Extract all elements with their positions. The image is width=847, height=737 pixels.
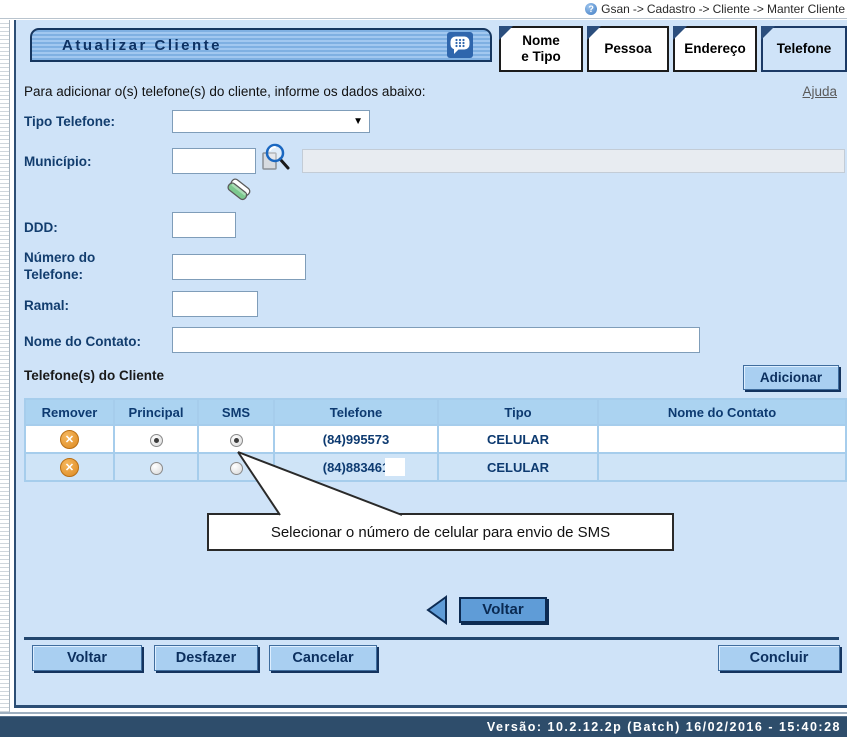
breadcrumb-item-manter-cliente[interactable]: Manter Cliente <box>767 2 845 16</box>
redaction-patch <box>385 458 405 476</box>
version-bar: Versão: 10.2.12.2p (Batch) 16/02/2016 - … <box>0 716 847 737</box>
version-text: Versão: 10.2.12.2p (Batch) 16/02/2016 - … <box>487 720 841 734</box>
telefone-cell: (84)995573 <box>275 426 437 452</box>
breadcrumb: ? Gsan -> Cadastro -> Cliente -> Manter … <box>0 0 847 19</box>
municipio-label: Município: <box>24 154 92 171</box>
table-row: ✕ (84)995573 CELULAR <box>26 426 845 452</box>
sms-radio[interactable] <box>230 434 243 447</box>
ramal-input[interactable] <box>172 291 258 317</box>
eraser-icon[interactable] <box>224 176 254 204</box>
tab-corner-decoration <box>673 26 687 40</box>
cancelar-button[interactable]: Cancelar <box>269 645 377 671</box>
breadcrumb-item-cliente[interactable]: Cliente <box>713 2 750 16</box>
header-tipo: Tipo <box>439 400 597 424</box>
desfazer-button[interactable]: Desfazer <box>154 645 258 671</box>
tab-telefone[interactable]: Telefone <box>761 26 847 72</box>
instruction-text: Para adicionar o(s) telefone(s) do clien… <box>24 84 425 99</box>
sms-radio[interactable] <box>230 462 243 475</box>
tab-label: Telefone <box>777 41 832 57</box>
tab-endereco[interactable]: Endereço <box>673 26 757 72</box>
nome-contato-cell <box>599 454 845 480</box>
remove-icon[interactable]: ✕ <box>60 458 79 477</box>
help-ball-icon[interactable]: ? <box>585 3 597 15</box>
tab-corner-decoration <box>587 26 601 40</box>
municipio-input[interactable] <box>172 148 256 174</box>
ddd-input[interactable] <box>172 212 236 238</box>
tipo-telefone-label: Tipo Telefone: <box>24 114 115 131</box>
tipo-telefone-select[interactable]: ▼ <box>172 110 370 133</box>
header-nome-contato: Nome do Contato <box>599 400 845 424</box>
numero-telefone-label: Número do Telefone: <box>24 250 95 284</box>
header-telefone: Telefone <box>275 400 437 424</box>
voltar-button[interactable]: Voltar <box>32 645 142 671</box>
breadcrumb-separator: -> <box>633 2 644 16</box>
table-header-row: Remover Principal SMS Telefone Tipo Nome… <box>26 400 845 424</box>
tab-label: Endereço <box>684 41 746 57</box>
breadcrumb-separator: -> <box>753 2 764 16</box>
telefone-cell: (84)883461 <box>275 454 437 480</box>
help-link[interactable]: Ajuda <box>802 84 837 99</box>
breadcrumb-item-gsan[interactable]: Gsan <box>601 2 630 16</box>
ramal-label: Ramal: <box>24 298 69 315</box>
footer-divider <box>0 712 847 714</box>
header-remover: Remover <box>26 400 113 424</box>
chat-bubble-icon[interactable] <box>447 32 473 58</box>
phones-table: Remover Principal SMS Telefone Tipo Nome… <box>24 398 847 482</box>
nome-contato-label: Nome do Contato: <box>24 334 141 351</box>
search-icon[interactable] <box>260 142 292 174</box>
tab-corner-decoration <box>499 26 513 40</box>
header-principal: Principal <box>115 400 197 424</box>
voltar-mid-button[interactable]: Voltar <box>459 597 547 623</box>
callout-tooltip: Selecionar o número de celular para envi… <box>207 513 674 551</box>
concluir-button[interactable]: Concluir <box>718 645 840 671</box>
nome-contato-cell <box>599 426 845 452</box>
principal-radio[interactable] <box>150 462 163 475</box>
remove-icon[interactable]: ✕ <box>60 430 79 449</box>
municipio-nome-readonly-field <box>302 149 845 173</box>
tab-label: Pessoa <box>604 41 651 57</box>
adicionar-button[interactable]: Adicionar <box>743 365 839 390</box>
tab-label: Nome e Tipo <box>521 33 561 64</box>
back-arrow-icon[interactable] <box>424 594 450 626</box>
left-decorative-strip <box>0 20 10 712</box>
callout-text: Selecionar o número de celular para envi… <box>271 524 610 541</box>
tipo-cell: CELULAR <box>439 426 597 452</box>
header-sms: SMS <box>199 400 273 424</box>
tab-nome-e-tipo[interactable]: Nome e Tipo <box>499 26 583 72</box>
tab-pessoa[interactable]: Pessoa <box>587 26 669 72</box>
principal-radio[interactable] <box>150 434 163 447</box>
page-title: Atualizar Cliente <box>32 37 222 54</box>
main-panel: Atualizar Cliente Nome e Tipo Pessoa End… <box>14 20 847 708</box>
breadcrumb-item-cadastro[interactable]: Cadastro <box>647 2 696 16</box>
ddd-label: DDD: <box>24 220 58 237</box>
nome-contato-input[interactable] <box>172 327 700 353</box>
numero-telefone-input[interactable] <box>172 254 306 280</box>
breadcrumb-separator: -> <box>699 2 710 16</box>
table-row: ✕ (84)883461 CELULAR <box>26 454 845 480</box>
tipo-cell: CELULAR <box>439 454 597 480</box>
chevron-down-icon: ▼ <box>353 116 363 127</box>
phones-section-title: Telefone(s) do Cliente <box>24 368 164 383</box>
tab-corner-decoration <box>761 26 775 40</box>
bottom-separator <box>24 637 839 640</box>
page-title-bar: Atualizar Cliente <box>30 28 492 62</box>
